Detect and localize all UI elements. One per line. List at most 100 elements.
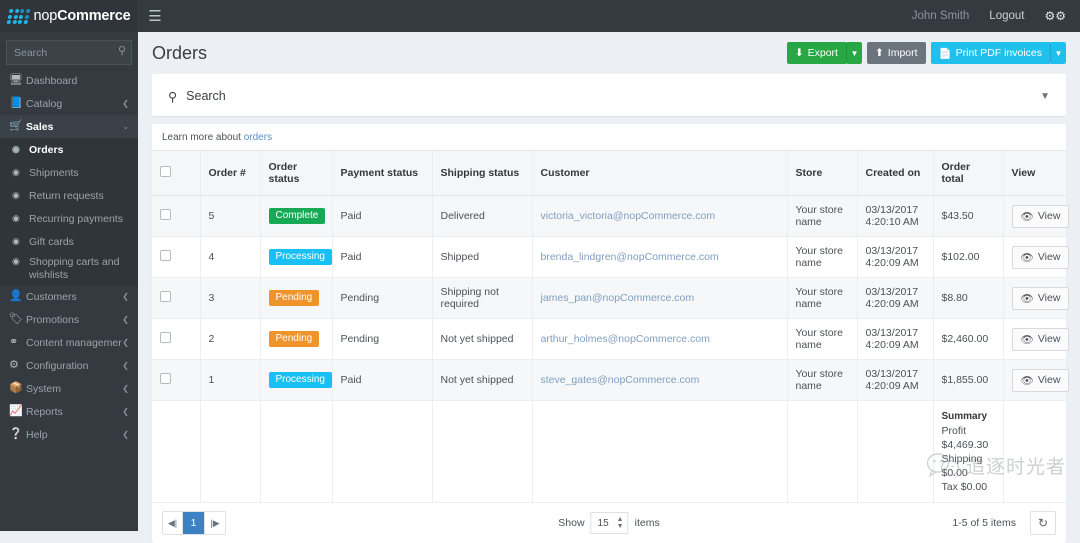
- table-header-row: Order # Order status Payment status Ship…: [152, 150, 1066, 196]
- sidebar-item-catalog[interactable]: 📘 Catalog ❮: [0, 92, 138, 115]
- table-row[interactable]: 5 Complete Paid Delivered victoria_victo…: [152, 195, 1070, 237]
- sidebar-item-dashboard[interactable]: 🖥 Dashboard: [0, 69, 138, 92]
- cell-order-status: Processing: [260, 236, 333, 278]
- orders-doc-link[interactable]: orders: [244, 132, 272, 143]
- select-all-checkbox[interactable]: [160, 166, 171, 177]
- cell-shipping-status: Shipped: [432, 236, 533, 278]
- column-customer[interactable]: Customer: [532, 150, 788, 196]
- sidebar-item-label: Sales: [26, 120, 54, 133]
- view-button[interactable]: 👁 View: [1011, 245, 1070, 269]
- question-icon: ❔: [9, 428, 23, 440]
- view-button[interactable]: 👁 View: [1011, 327, 1070, 351]
- sidebar-item-gift-cards[interactable]: ◉ Gift cards: [0, 230, 138, 253]
- column-shipping-status[interactable]: Shipping status: [432, 150, 533, 196]
- customer-link[interactable]: brenda_lindgren@nopCommerce.com: [541, 251, 719, 263]
- row-select-cell: [152, 359, 201, 401]
- sidebar-item-configuration[interactable]: ⚙ Configuration ❮: [0, 354, 138, 377]
- sidebar-item-customers[interactable]: 👤 Customers ❮: [0, 285, 138, 308]
- sidebar-item-content-management[interactable]: ⚭ Content management ❮: [0, 331, 138, 354]
- gears-icon[interactable]: ⚙⚙: [1034, 0, 1076, 32]
- customer-link[interactable]: steve_gates@nopCommerce.com: [541, 374, 700, 386]
- table-row[interactable]: 4 Processing Paid Shipped brenda_lindgre…: [152, 236, 1070, 278]
- sidebar-search[interactable]: ⚲: [6, 40, 132, 65]
- sidebar-item-recurring-payments[interactable]: ◉ Recurring payments: [0, 207, 138, 230]
- import-label: Import: [887, 47, 918, 59]
- view-label: View: [1037, 374, 1061, 386]
- status-badge: Pending: [268, 331, 320, 347]
- sidebar-item-label: Gift cards: [29, 235, 74, 248]
- summary-profit-label: Profit: [941, 425, 967, 437]
- table-row[interactable]: 3 Pending Pending Shipping not required …: [152, 277, 1070, 319]
- column-order-total[interactable]: Order total: [933, 150, 1004, 196]
- column-created-on[interactable]: Created on: [857, 150, 934, 196]
- summary-blank-7: [857, 400, 934, 503]
- sidebar-item-shipments[interactable]: ◉ Shipments: [0, 161, 138, 184]
- tag-icon: 🏷: [9, 313, 23, 325]
- table-row[interactable]: 2 Pending Pending Not yet shipped arthur…: [152, 318, 1070, 360]
- cell-payment-status: Paid: [332, 359, 433, 401]
- view-button[interactable]: 👁 View: [1011, 204, 1070, 228]
- row-checkbox[interactable]: [160, 291, 171, 302]
- cell-order-number: 2: [200, 318, 261, 360]
- view-button[interactable]: 👁 View: [1011, 286, 1070, 310]
- sidebar-item-return-requests[interactable]: ◉ Return requests: [0, 184, 138, 207]
- summary-blank-4: [432, 400, 533, 503]
- learn-more-prefix: Learn more about: [162, 132, 244, 143]
- import-button[interactable]: ⬆ Import: [866, 42, 926, 64]
- row-checkbox[interactable]: [160, 332, 171, 343]
- cell-order-status: Pending: [260, 277, 333, 319]
- print-pdf-invoices-button[interactable]: 📄 Print PDF invoices: [930, 42, 1050, 64]
- cell-payment-status: Pending: [332, 318, 433, 360]
- search-input[interactable]: [6, 40, 132, 65]
- print-caret-button[interactable]: ▼: [1050, 42, 1066, 64]
- chart-icon: 📈: [9, 405, 23, 417]
- row-checkbox[interactable]: [160, 209, 171, 220]
- hamburger-icon[interactable]: ☰: [138, 0, 172, 32]
- cell-order-status: Complete: [260, 195, 333, 237]
- status-badge: Pending: [268, 290, 320, 306]
- column-payment-status[interactable]: Payment status: [332, 150, 433, 196]
- user-name[interactable]: John Smith: [902, 0, 980, 32]
- brand-logo[interactable]: nopCommerce: [0, 0, 138, 32]
- orders-table-head: Order # Order status Payment status Ship…: [152, 150, 1066, 196]
- cell-view: 👁 View: [1003, 318, 1070, 360]
- gears-icon: ⚙: [9, 359, 19, 371]
- export-button[interactable]: ⬇ Export: [786, 42, 846, 64]
- cell-view: 👁 View: [1003, 236, 1070, 278]
- column-store[interactable]: Store: [787, 150, 858, 196]
- search-panel[interactable]: ⚲ Search ▼: [152, 74, 1066, 116]
- created-time: 4:20:09 AM: [865, 257, 919, 269]
- row-checkbox[interactable]: [160, 373, 171, 384]
- sidebar-item-shopping-carts-wishlists[interactable]: ◉ Shopping carts and wishlists: [0, 253, 138, 285]
- top-bar: nopCommerce ☰ John Smith Logout ⚙⚙: [0, 0, 1080, 32]
- logout-button[interactable]: Logout: [979, 0, 1034, 32]
- sidebar-item-orders[interactable]: ◉ Orders: [0, 138, 138, 161]
- cell-order-number: 4: [200, 236, 261, 278]
- column-order-status[interactable]: Order status: [260, 150, 333, 196]
- print-split-button: 📄 Print PDF invoices ▼: [930, 42, 1066, 64]
- sidebar-item-help[interactable]: ❔ Help ❮: [0, 423, 138, 446]
- sidebar-item-promotions[interactable]: 🏷 Promotions ❮: [0, 308, 138, 331]
- sidebar-item-sales[interactable]: 🛒 Sales ⌄: [0, 115, 138, 138]
- column-order-number[interactable]: Order #: [200, 150, 261, 196]
- refresh-button[interactable]: ↻: [1030, 511, 1056, 535]
- grid-footer-right: 1-5 of 5 items ↻: [952, 511, 1056, 535]
- export-caret-button[interactable]: ▼: [845, 42, 862, 64]
- chevron-down-icon: ⌄: [122, 122, 129, 131]
- chevron-down-icon[interactable]: ▼: [1040, 91, 1050, 102]
- customer-link[interactable]: arthur_holmes@nopCommerce.com: [541, 333, 710, 345]
- created-date: 03/13/2017: [865, 286, 919, 298]
- table-row[interactable]: 1 Processing Paid Not yet shipped steve_…: [152, 359, 1070, 401]
- sidebar-item-reports[interactable]: 📈 Reports ❮: [0, 400, 138, 423]
- customer-link[interactable]: victoria_victoria@nopCommerce.com: [541, 210, 716, 222]
- summary-title: Summary: [941, 411, 988, 422]
- cell-customer: brenda_lindgren@nopCommerce.com: [532, 236, 788, 278]
- row-checkbox[interactable]: [160, 250, 171, 261]
- sidebar-submenu-sales: ◉ Orders ◉ Shipments ◉ Return requests ◉…: [0, 138, 138, 285]
- sidebar-item-system[interactable]: 📦 System ❮: [0, 377, 138, 400]
- customer-link[interactable]: james_pan@nopCommerce.com: [541, 292, 695, 304]
- view-button[interactable]: 👁 View: [1011, 368, 1070, 392]
- search-panel-left: ⚲ Search: [168, 89, 226, 104]
- sidebar-item-label: Shopping carts and wishlists: [29, 256, 120, 281]
- file-icon: 📄: [938, 47, 952, 60]
